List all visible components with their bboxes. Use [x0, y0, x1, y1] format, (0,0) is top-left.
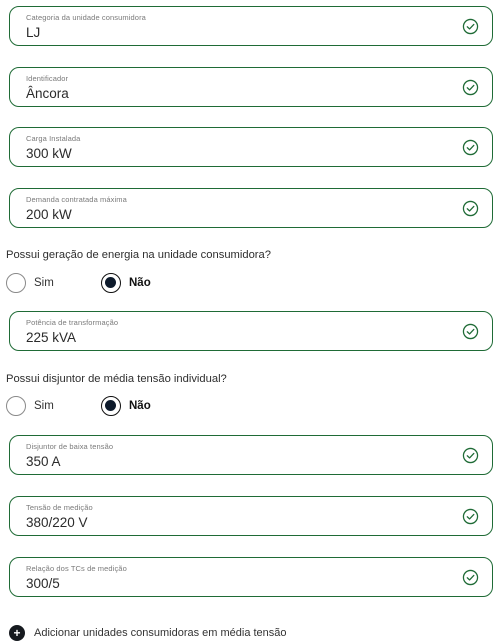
field-label: Relação dos TCs de medição	[26, 564, 127, 573]
add-units-label: Adicionar unidades consumidoras em média…	[34, 627, 287, 639]
field-label: Tensão de medição	[26, 503, 93, 512]
check-circle-icon	[462, 569, 479, 586]
check-circle-icon	[462, 508, 479, 525]
radio-option-sim[interactable]: Sim	[6, 272, 54, 294]
radio-selected-icon[interactable]	[101, 273, 121, 293]
field-categoria[interactable]: Categoria da unidade consumidora LJ	[9, 6, 493, 46]
field-label: Disjuntor de baixa tensão	[26, 442, 114, 451]
add-units-button[interactable]: + Adicionar unidades consumidoras em méd…	[9, 624, 287, 641]
field-label: Carga Instalada	[26, 134, 81, 143]
check-circle-icon	[462, 447, 479, 464]
check-circle-icon	[462, 323, 479, 340]
field-label: Potência de transformação	[26, 318, 119, 327]
radio-selected-icon[interactable]	[101, 396, 121, 416]
field-value: 300/5	[26, 576, 60, 591]
field-value: LJ	[26, 25, 41, 40]
check-circle-icon	[462, 139, 479, 156]
field-label: Identificador	[26, 74, 69, 83]
field-value: 350 A	[26, 454, 61, 469]
question-breaker: Possui disjuntor de média tensão individ…	[6, 373, 227, 385]
field-label: Demanda contratada máxima	[26, 195, 127, 204]
field-value: 200 kW	[26, 207, 72, 222]
radio-group-breaker: Sim Não	[6, 395, 306, 419]
radio-label: Não	[129, 277, 151, 289]
radio-label: Sim	[34, 277, 54, 289]
field-tensao-medicao[interactable]: Tensão de medição 380/220 V	[9, 496, 493, 536]
field-potencia-transformacao[interactable]: Potência de transformação 225 kVA	[9, 311, 493, 351]
check-circle-icon	[462, 18, 479, 35]
field-value: 300 kW	[26, 146, 72, 161]
radio-option-nao[interactable]: Não	[101, 395, 151, 417]
plus-icon[interactable]: +	[9, 625, 25, 641]
radio-option-nao[interactable]: Não	[101, 272, 151, 294]
radio-label: Sim	[34, 400, 54, 412]
field-disjuntor-baixa-tensao[interactable]: Disjuntor de baixa tensão 350 A	[9, 435, 493, 475]
field-identificador[interactable]: Identificador Âncora	[9, 67, 493, 107]
field-value: 380/220 V	[26, 515, 88, 530]
check-circle-icon	[462, 200, 479, 217]
question-generation: Possui geração de energia na unidade con…	[6, 249, 271, 261]
field-value: Âncora	[26, 86, 69, 101]
field-demanda-contratada[interactable]: Demanda contratada máxima 200 kW	[9, 188, 493, 228]
field-value: 225 kVA	[26, 330, 77, 345]
radio-circle-icon[interactable]	[6, 273, 26, 293]
radio-option-sim[interactable]: Sim	[6, 395, 54, 417]
radio-circle-icon[interactable]	[6, 396, 26, 416]
field-carga-instalada[interactable]: Carga Instalada 300 kW	[9, 127, 493, 167]
field-relacao-tcs[interactable]: Relação dos TCs de medição 300/5	[9, 557, 493, 597]
radio-label: Não	[129, 400, 151, 412]
check-circle-icon	[462, 79, 479, 96]
radio-group-generation: Sim Não	[6, 272, 306, 296]
field-label: Categoria da unidade consumidora	[26, 13, 146, 22]
